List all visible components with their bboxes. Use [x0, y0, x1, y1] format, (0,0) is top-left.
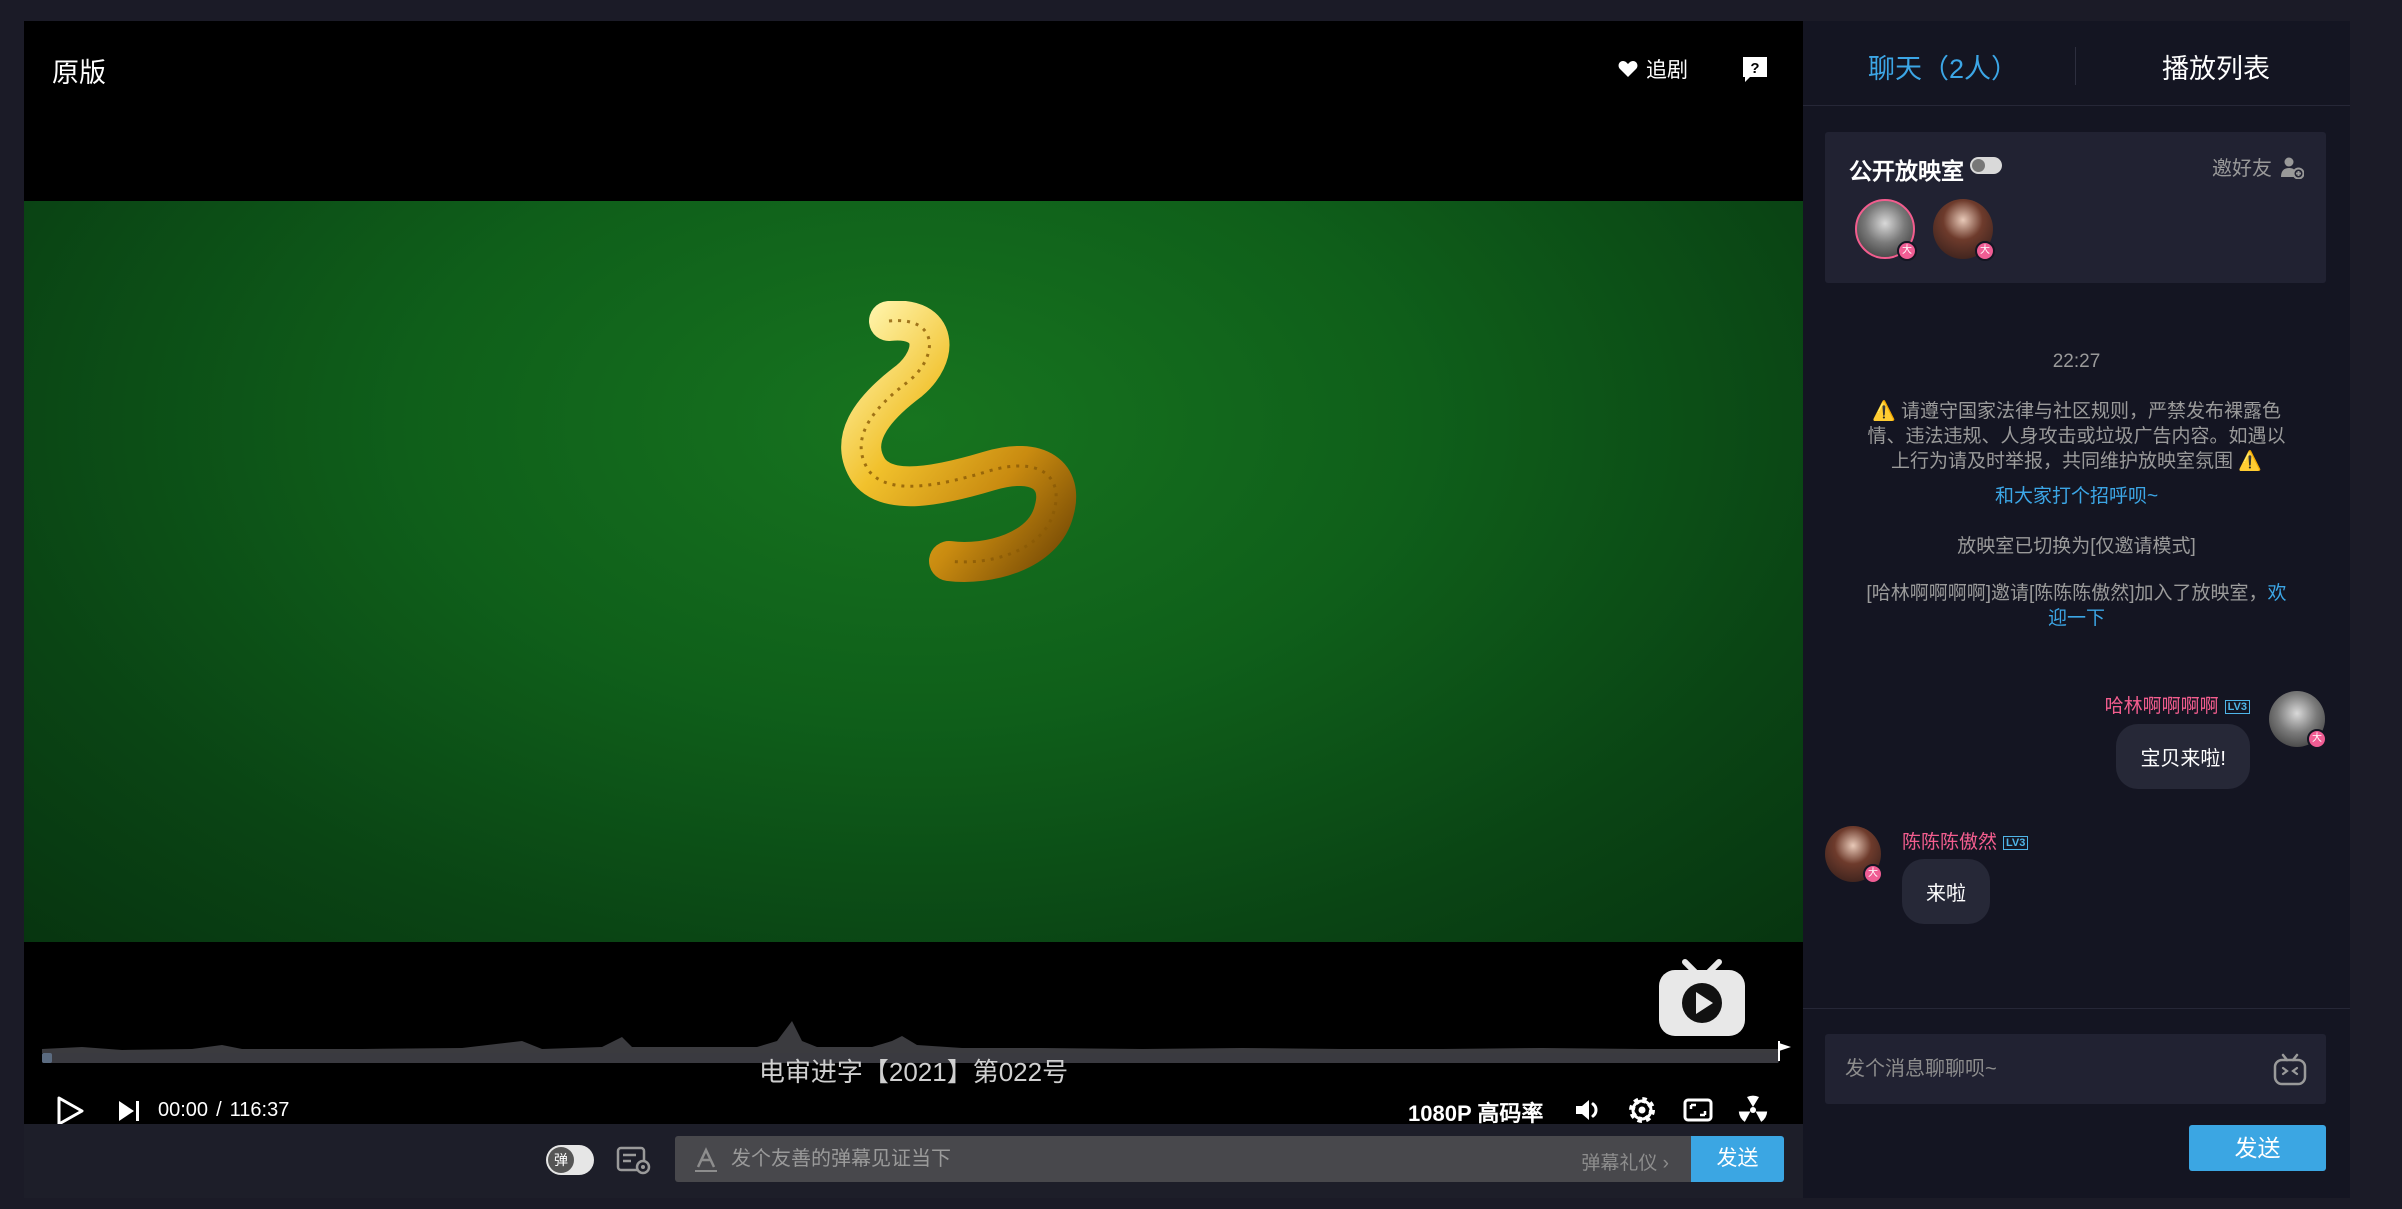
member-avatar-host[interactable]: 大: [1855, 199, 1917, 261]
chat-timestamp: 22:27: [2052, 351, 2101, 372]
emoji-icon[interactable]: [2272, 1052, 2308, 1086]
chat-input[interactable]: [1845, 1034, 2265, 1104]
panel-tabs: 聊天（2人） 播放列表: [1803, 21, 2350, 106]
progress-fill: [42, 1053, 53, 1063]
version-label: 原版: [52, 58, 106, 88]
film-reel-logo: [841, 301, 1077, 582]
vip-badge: 大: [1863, 864, 1883, 884]
volume-icon[interactable]: [1571, 1093, 1605, 1127]
invite-notice: [哈林啊啊啊啊]邀请[陈陈陈傲然]加入了放映室，欢迎一下: [1863, 581, 2290, 631]
tab-playlist[interactable]: 播放列表: [2162, 47, 2270, 86]
danmaku-send-button[interactable]: 发送: [1691, 1136, 1784, 1182]
feedback-icon[interactable]: ?: [1741, 55, 1769, 83]
danmaku-toggle[interactable]: 弹: [546, 1145, 594, 1175]
tab-divider: [2075, 47, 2076, 85]
username[interactable]: 哈林啊啊啊啊: [2105, 696, 2219, 717]
message-avatar[interactable]: 大: [2269, 691, 2327, 749]
current-time: 00:00: [158, 1099, 209, 1121]
room-public-toggle[interactable]: [1970, 157, 2002, 174]
player-top-bar: 原版 追剧 ?: [24, 21, 1803, 201]
side-panel: 聊天（2人） 播放列表 公开放映室 邀好友 大 大 22:27 ⚠️ 请遵守国家…: [1803, 21, 2350, 1198]
follow-button[interactable]: 追剧: [1618, 54, 1688, 84]
radiation-icon[interactable]: [1736, 1093, 1770, 1127]
room-card: 公开放映室 邀好友 大 大: [1825, 132, 2326, 283]
add-user-icon: [2281, 157, 2304, 179]
room-title: 公开放映室: [1849, 158, 1964, 184]
greet-link[interactable]: 和大家打个招呼呗~: [1803, 481, 2350, 508]
message-author: 陈陈陈傲然 LV3: [1902, 827, 2029, 854]
mode-notice: 放映室已切换为[仅邀请模式]: [1957, 536, 2196, 557]
level-badge: LV3: [2224, 700, 2250, 714]
message-bubble: 宝贝来啦!: [2116, 724, 2250, 789]
fullscreen-icon[interactable]: [1681, 1093, 1715, 1127]
message-bubble: 来啦: [1902, 859, 1990, 924]
danmaku-toggle-knob: 弹: [548, 1147, 574, 1173]
danmaku-input-wrap: 弹幕礼仪 ›: [675, 1136, 1691, 1182]
divider: [1803, 1008, 2350, 1009]
vip-badge: 大: [2307, 729, 2327, 749]
video-player[interactable]: 原版 追剧 ? 电审进字【2021】第022号 00:00 / 116:37 1…: [24, 21, 1803, 1127]
danmaku-settings-icon[interactable]: [616, 1145, 652, 1175]
total-time: 116:37: [229, 1099, 290, 1121]
follow-label: 追剧: [1646, 59, 1688, 82]
heart-icon: [1618, 61, 1638, 77]
danmaku-bar: 弹 弹幕礼仪 › 发送: [24, 1124, 1803, 1198]
chat-rules-notice: ⚠️ 请遵守国家法律与社区规则，严禁发布裸露色情、违法违规、人身攻击或垃圾广告内…: [1867, 401, 2286, 472]
video-frame[interactable]: [24, 201, 1803, 942]
member-avatar-guest[interactable]: 大: [1933, 199, 1995, 261]
danmaku-etiquette-link[interactable]: 弹幕礼仪 ›: [1581, 1148, 1669, 1175]
play-icon[interactable]: [55, 1095, 85, 1127]
message-avatar[interactable]: 大: [1825, 826, 1883, 884]
progress-area[interactable]: [42, 1011, 1802, 1071]
heatmap-wave: [42, 1021, 1779, 1053]
chat-input-wrap: [1825, 1034, 2326, 1104]
level-badge: LV3: [2003, 836, 2029, 850]
danmaku-input[interactable]: [731, 1136, 1531, 1182]
cursor-flag-icon: [1778, 1041, 1791, 1061]
gear-icon[interactable]: [1625, 1093, 1659, 1127]
username[interactable]: 陈陈陈傲然: [1902, 832, 1997, 853]
invite-notice-text: [哈林啊啊啊啊]邀请[陈陈陈傲然]加入了放映室，: [1866, 583, 2268, 604]
svg-text:?: ?: [1750, 60, 1759, 77]
invite-friends-button[interactable]: 邀好友: [2212, 152, 2304, 181]
vip-badge: 大: [1975, 241, 1995, 261]
invite-label: 邀好友: [2212, 158, 2272, 180]
vip-badge: 大: [1897, 241, 1917, 261]
time-separator: /: [216, 1099, 222, 1121]
chat-send-button[interactable]: 发送: [2189, 1125, 2326, 1171]
message-author: 哈林啊啊啊啊 LV3: [2105, 691, 2250, 718]
time-display: 00:00 / 116:37: [158, 1099, 297, 1122]
progress-track[interactable]: [42, 1053, 1779, 1063]
font-style-icon[interactable]: [693, 1147, 719, 1173]
tab-chat[interactable]: 聊天（2人）: [1868, 47, 2018, 86]
next-icon[interactable]: [116, 1099, 142, 1123]
